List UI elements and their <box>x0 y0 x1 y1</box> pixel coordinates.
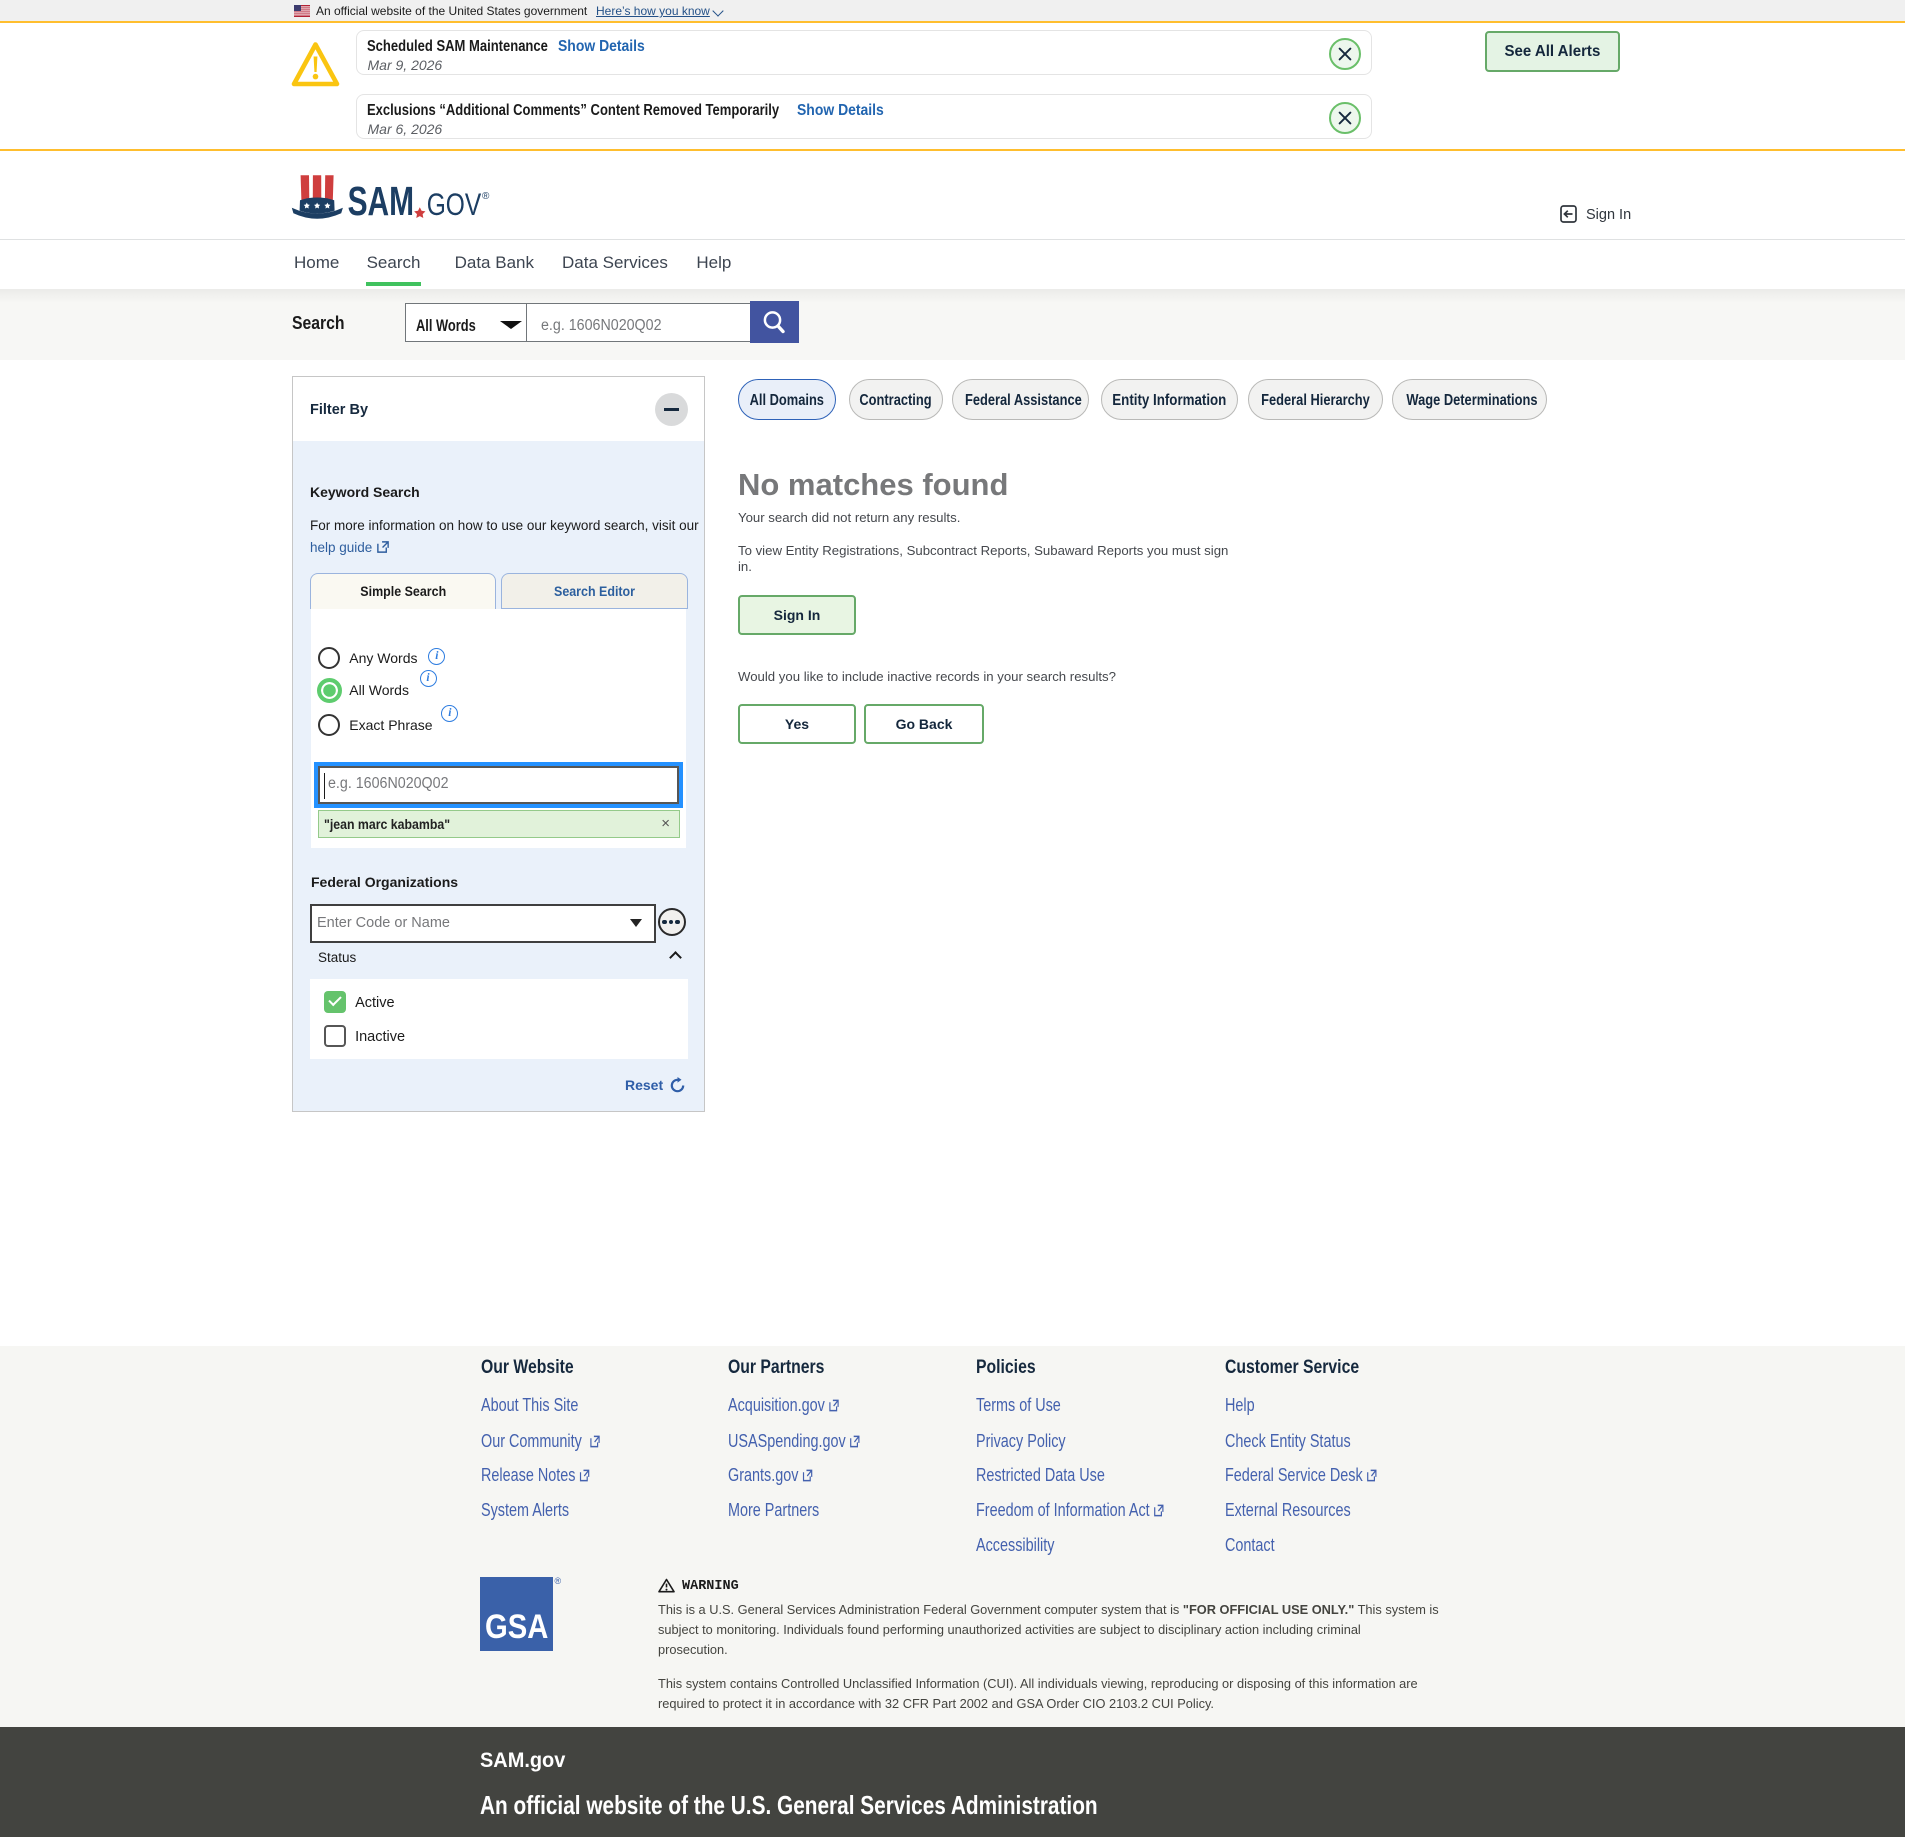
svg-text:®: ® <box>482 191 490 202</box>
svg-text:SAM: SAM <box>348 178 415 222</box>
svg-text:GOV: GOV <box>427 186 482 222</box>
